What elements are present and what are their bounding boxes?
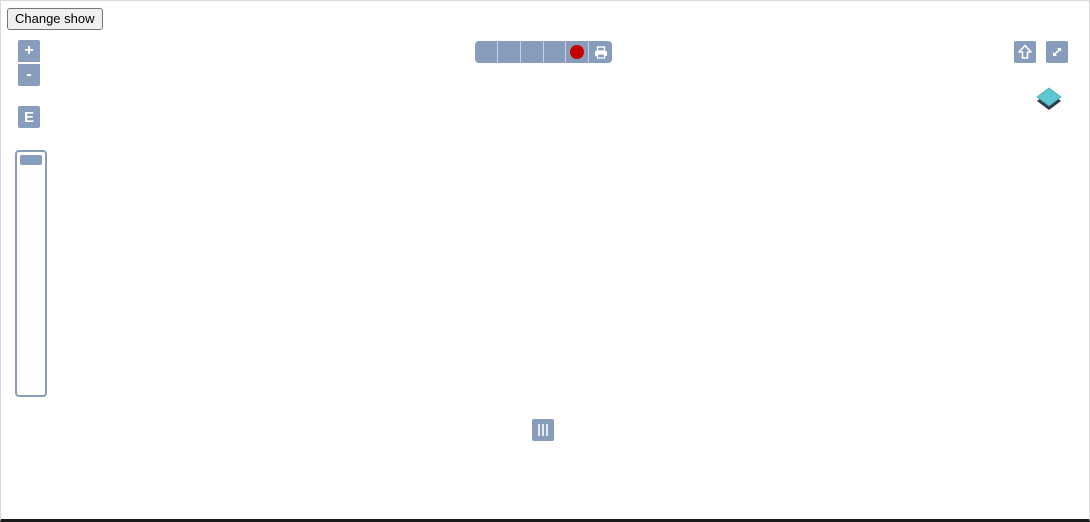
expand-icon (1053, 48, 1061, 56)
home-button[interactable] (1014, 41, 1036, 63)
bottom-panel-button[interactable] (532, 419, 554, 441)
toolbar-tool-1[interactable] (475, 41, 498, 63)
toolbar-tool-4[interactable] (544, 41, 566, 63)
e-button[interactable]: E (18, 106, 40, 128)
record-button[interactable] (566, 41, 589, 63)
home-icon (1018, 44, 1032, 59)
zoom-out-button[interactable]: - (18, 64, 40, 86)
record-icon (570, 45, 584, 59)
fullscreen-button[interactable] (1046, 41, 1068, 63)
zoom-slider-handle[interactable] (20, 155, 42, 165)
zoom-slider-track[interactable] (15, 150, 47, 397)
toolbar-tool-2[interactable] (498, 41, 521, 63)
panel-handle-icon (538, 424, 548, 436)
print-button[interactable] (589, 41, 612, 63)
print-icon (594, 45, 607, 59)
map-toolbar (475, 41, 612, 63)
toolbar-tool-3[interactable] (521, 41, 544, 63)
map-frame (0, 0, 1090, 522)
layers-button[interactable] (1035, 86, 1063, 116)
change-show-button[interactable]: Change show (7, 8, 103, 30)
layers-icon (1036, 87, 1062, 110)
zoom-in-button[interactable]: + (18, 40, 40, 62)
